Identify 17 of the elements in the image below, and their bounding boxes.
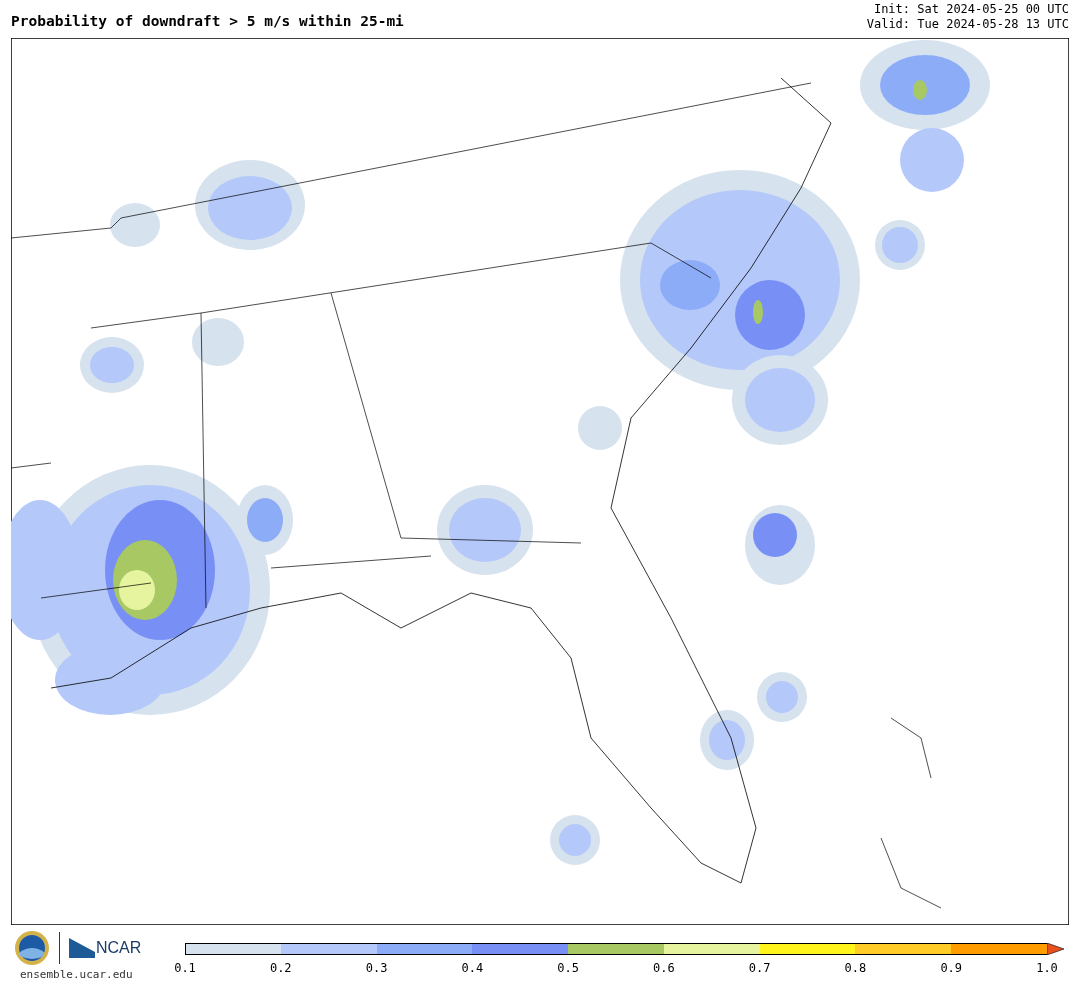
tick-label: 0.5 xyxy=(557,961,579,975)
tick-label: 0.7 xyxy=(748,961,771,975)
tick-label: 0.4 xyxy=(461,961,484,975)
init-time: Init: Sat 2024-05-25 00 UTC xyxy=(873,2,1069,17)
tick-label: 0.9 xyxy=(940,961,963,975)
valid-time: Valid: Tue 2024-05-28 13 UTC xyxy=(866,17,1069,32)
tick-label: 0.1 xyxy=(174,961,196,975)
seal-logo-icon xyxy=(14,930,50,966)
site-url: ensemble.ucar.edu xyxy=(20,968,134,981)
tick-label: 1.0 xyxy=(1036,961,1058,975)
tick-label: 0.3 xyxy=(365,961,388,975)
ncar-mark-icon xyxy=(69,938,95,958)
tick-label: 0.6 xyxy=(653,961,675,975)
tick-label: 0.2 xyxy=(269,961,292,975)
ncar-logo: NCAR xyxy=(96,939,142,957)
chart-title: Probability of downdraft > 5 m/s within 25-mi xyxy=(11,13,404,31)
tick-label: 0.8 xyxy=(844,961,867,975)
